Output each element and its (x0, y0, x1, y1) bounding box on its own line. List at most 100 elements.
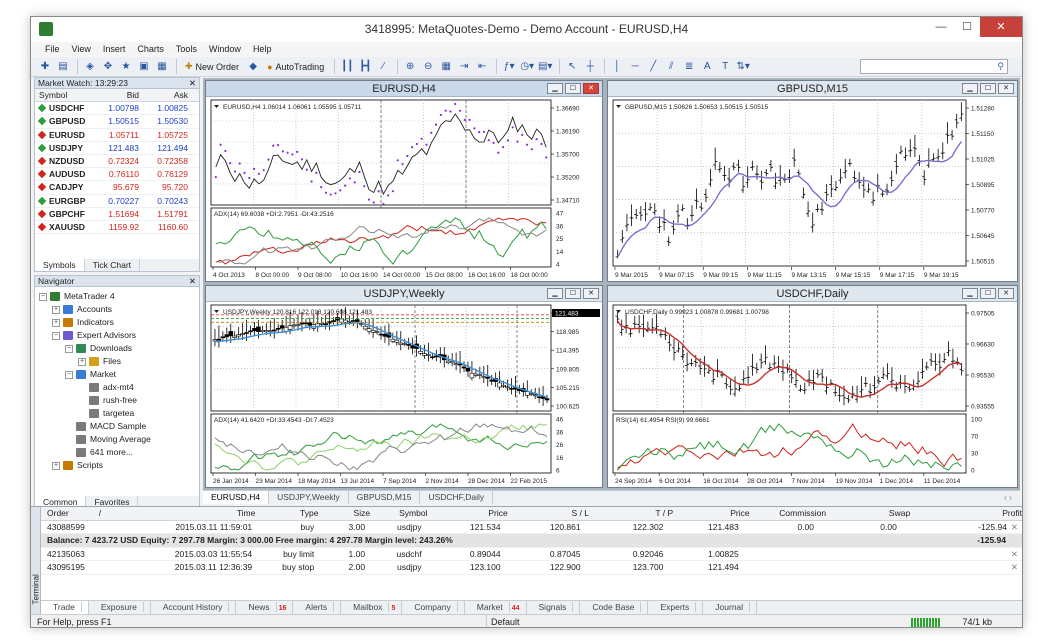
column-header[interactable]: Time (146, 507, 256, 520)
expand-icon[interactable]: + (52, 461, 60, 470)
terminal-tab-mailbox[interactable]: Mailbox 5 (341, 601, 403, 614)
market-watch-icon[interactable]: ◈ (82, 59, 98, 75)
tester-icon[interactable]: ▦ (154, 59, 170, 75)
column-header[interactable]: Symbol (370, 507, 427, 520)
search-input[interactable]: ⚲ (860, 59, 1008, 74)
navigator-item[interactable]: − Market (35, 368, 199, 381)
terminal-tab-code-base[interactable]: Code Base (580, 601, 649, 614)
chart-canvas[interactable]: USDCHF,Daily 0.99923 1.00878 0.99681 1.0… (608, 303, 1017, 487)
menu-charts[interactable]: Charts (131, 42, 170, 57)
navigator-item[interactable]: + Indicators (35, 316, 199, 329)
expand-icon[interactable]: + (78, 357, 86, 366)
zoom-in-icon[interactable]: ⊕ (402, 59, 418, 75)
terminal-tab-market[interactable]: Market 44 (465, 601, 527, 614)
periods-icon[interactable]: ◷▾ (519, 59, 535, 75)
navigator-item[interactable]: Moving Average (35, 433, 199, 446)
chart-maximize-button[interactable]: ☐ (565, 83, 581, 94)
navigator-item[interactable]: MACD Sample (35, 420, 199, 433)
line-chart-icon[interactable]: ∕ (375, 59, 391, 75)
terminal-icon[interactable]: ▣ (136, 59, 152, 75)
collapse-icon[interactable]: − (65, 344, 73, 353)
close-button[interactable]: ✕ (980, 17, 1022, 37)
chart-window-eurusd[interactable]: EURUSD,H4 ▁ ☐ ✕ EURUSD,H4 1.06014 1.06061 1… (205, 80, 603, 282)
navigator-item[interactable]: − Expert Advisors (35, 329, 199, 342)
navigator-item[interactable]: adx-mt4 (35, 381, 199, 394)
column-header[interactable]: Profit (910, 507, 1022, 520)
chart-window-usdjpy[interactable]: USDJPY,Weekly ▁ ☐ ✕ USDJPY,Weekly 120.816 1… (205, 285, 603, 488)
delete-order-icon[interactable]: ✕ (1007, 561, 1022, 574)
close-icon[interactable]: ✕ (189, 78, 196, 89)
collapse-icon[interactable]: − (39, 292, 47, 301)
terminal-tab-news[interactable]: News 16 (236, 601, 294, 614)
navigator-item[interactable]: rush-free (35, 394, 199, 407)
chart-close-button[interactable]: ✕ (998, 83, 1014, 94)
autotrading-button[interactable]: ● AutoTrading (263, 59, 328, 75)
navigator-item[interactable]: − Downloads (35, 342, 199, 355)
terminal-tab-journal[interactable]: Journal (703, 601, 758, 614)
label-icon[interactable]: T (717, 59, 733, 75)
market-watch-row[interactable]: EURUSD 1.05711 1.05725 (35, 129, 199, 142)
chart-canvas[interactable]: GBPUSD,M15 1.50626 1.50653 1.50515 1.505… (608, 98, 1017, 281)
column-header[interactable]: T / P (589, 507, 673, 520)
chart-close-button[interactable]: ✕ (998, 288, 1014, 299)
menu-window[interactable]: Window (203, 42, 247, 57)
expand-icon[interactable]: + (52, 305, 60, 314)
pending-order-row[interactable]: 42135063 2015.03.03 11:55:54 buy limit 1.00… (41, 548, 1022, 561)
close-icon[interactable]: ✕ (189, 276, 196, 287)
chart-maximize-button[interactable]: ☐ (565, 288, 581, 299)
chart-tab-usdjpy[interactable]: USDJPY,Weekly (269, 491, 349, 504)
terminal-tab-company[interactable]: Company (402, 601, 465, 614)
terminal-tab-alerts[interactable]: Alerts (293, 601, 342, 614)
collapse-icon[interactable]: − (52, 331, 60, 340)
menu-help[interactable]: Help (247, 42, 278, 57)
expand-icon[interactable]: + (52, 318, 60, 327)
collapse-icon[interactable]: − (65, 370, 73, 379)
templates-icon[interactable]: ▤▾ (537, 59, 553, 75)
column-header[interactable]: Swap (826, 507, 910, 520)
navigator-item[interactable]: + Accounts (35, 303, 199, 316)
balance-row[interactable]: Balance: 7 423.72 USD Equity: 7 297.78 M… (41, 534, 1022, 548)
terminal-tab-signals[interactable]: Signals (527, 601, 581, 614)
minimize-button[interactable]: — (928, 17, 954, 37)
new-order-button[interactable]: ✚ New Order (181, 59, 243, 75)
market-watch-row[interactable]: GBPUSD 1.50515 1.50530 (35, 115, 199, 129)
market-watch-row[interactable]: AUDUSD 0.76110 0.76129 (35, 168, 199, 182)
menu-tools[interactable]: Tools (170, 42, 203, 57)
menu-view[interactable]: View (66, 42, 97, 57)
navigator-item[interactable]: targetea (35, 407, 199, 420)
chart-tab-usdchf[interactable]: USDCHF,Daily (420, 491, 494, 504)
zoom-out-icon[interactable]: ⊖ (420, 59, 436, 75)
column-header[interactable]: Price (427, 507, 507, 520)
market-watch-row[interactable]: GBPCHF 1.51694 1.51791 (35, 208, 199, 221)
navigator-item[interactable]: − MetaTrader 4 (35, 290, 199, 303)
column-header[interactable]: Commission (750, 507, 826, 520)
chart-tab-eurusd[interactable]: EURUSD,H4 (203, 491, 270, 504)
crosshair-icon[interactable]: ┼ (582, 59, 598, 75)
autoscroll-icon[interactable]: ⇥ (456, 59, 472, 75)
vertical-line-icon[interactable]: │ (609, 59, 625, 75)
menu-insert[interactable]: Insert (97, 42, 132, 57)
channel-icon[interactable]: ⫽ (663, 59, 679, 75)
chart-tab-gbpusd[interactable]: GBPUSD,M15 (349, 491, 421, 504)
chart-window-usdchf[interactable]: USDCHF,Daily ▁ ☐ ✕ USDCHF,Daily 0.99923 1.0… (607, 285, 1018, 488)
chart-minimize-button[interactable]: ▁ (962, 83, 978, 94)
market-watch-row[interactable]: CADJPY 95.679 95.720 (35, 181, 199, 195)
arrows-icon[interactable]: ⇅▾ (735, 59, 751, 75)
terminal-tab-exposure[interactable]: Exposure (89, 601, 151, 614)
trade-row[interactable]: 43088599 2015.03.11 11:59:01 buy 3.00 usdjpy… (41, 521, 1022, 534)
data-window-icon[interactable]: ✥ (100, 59, 116, 75)
navigator-item[interactable]: + Scripts (35, 459, 199, 472)
market-watch-row[interactable]: NZDUSD 0.72324 0.72358 (35, 155, 199, 169)
chart-minimize-button[interactable]: ▁ (547, 288, 563, 299)
bar-chart-icon[interactable]: ┃┃ (339, 59, 355, 75)
candlestick-icon[interactable]: ┣┫ (357, 59, 373, 75)
column-header[interactable]: Order / (41, 507, 146, 520)
chart-minimize-button[interactable]: ▁ (547, 83, 563, 94)
navigator-icon[interactable]: ★ (118, 59, 134, 75)
chart-maximize-button[interactable]: ☐ (980, 83, 996, 94)
tab-tick-chart[interactable]: Tick Chart (85, 259, 141, 271)
close-order-icon[interactable]: ✕ (1007, 521, 1022, 534)
navigator-item[interactable]: 641 more... (35, 446, 199, 459)
tile-windows-icon[interactable]: ▦ (438, 59, 454, 75)
fibonacci-icon[interactable]: ≣ (681, 59, 697, 75)
